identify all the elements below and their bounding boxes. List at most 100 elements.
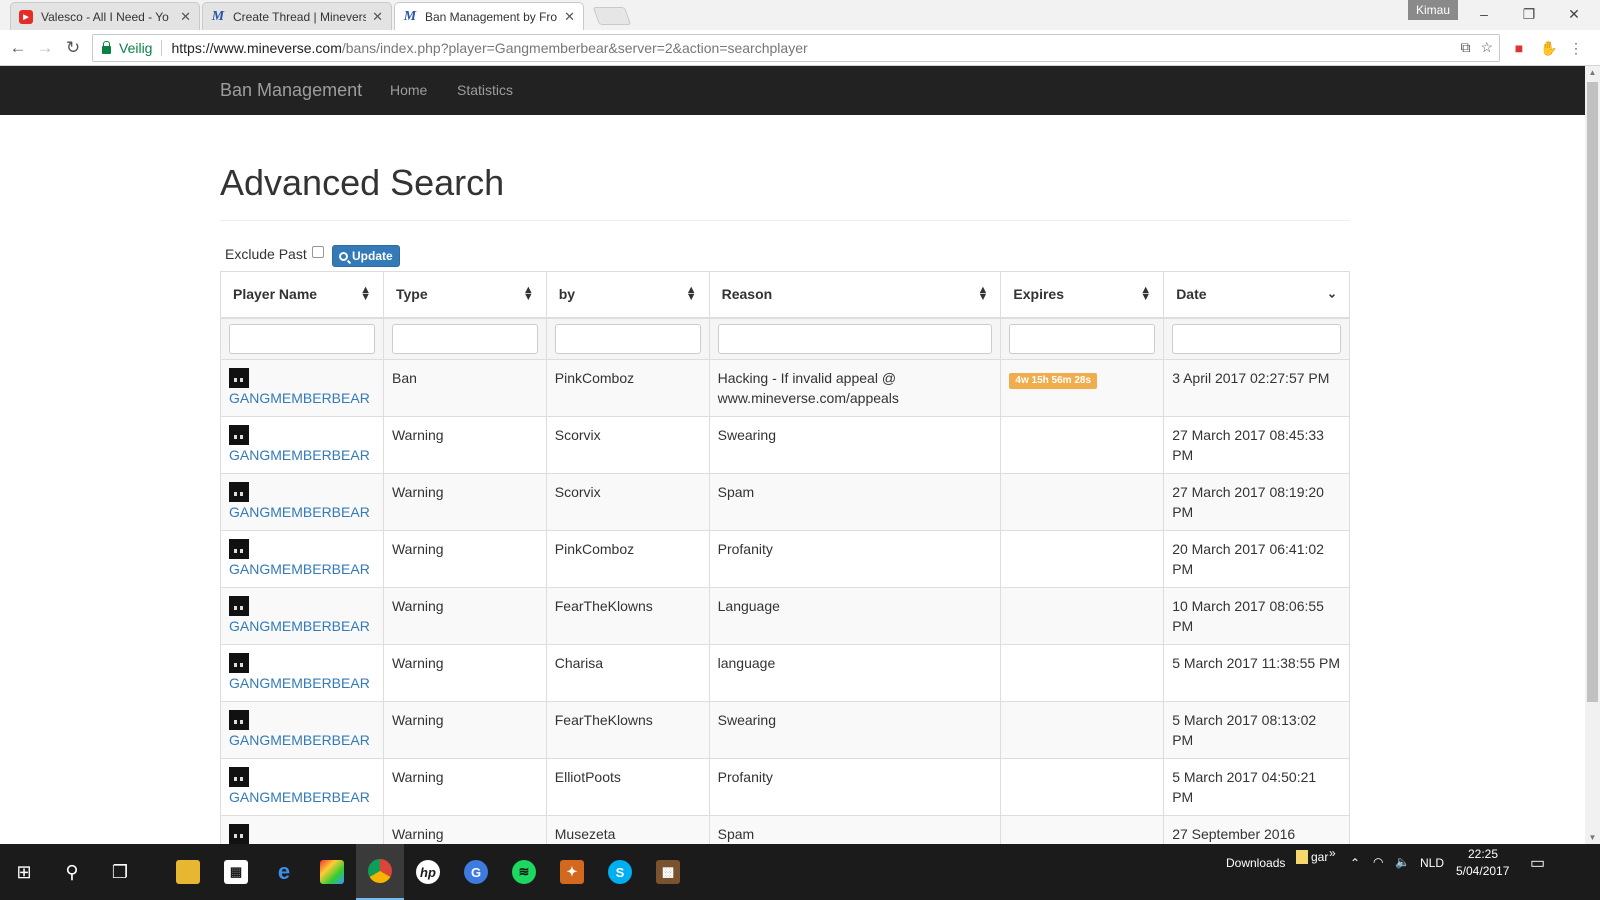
- column-header-by[interactable]: by ▲ ▼: [545, 271, 710, 319]
- spotify-icon[interactable]: ≋: [500, 844, 548, 900]
- volume-icon[interactable]: 🔈: [1395, 855, 1410, 869]
- filter-by-input[interactable]: [554, 323, 701, 354]
- chrome-menu-icon[interactable]: ⋮: [1567, 39, 1585, 57]
- column-header-type[interactable]: Type ▲ ▼: [382, 271, 547, 319]
- player-cell: GANGMEMBERBEAR: [220, 472, 384, 531]
- clock-date[interactable]: 5/04/2017: [1456, 864, 1509, 878]
- filter-reason-input[interactable]: [717, 323, 993, 354]
- wifi-icon[interactable]: ◠: [1373, 855, 1383, 869]
- column-header-expires[interactable]: Expires ▲ ▼: [1000, 271, 1165, 319]
- bookmark-star-icon[interactable]: ☆: [1480, 39, 1493, 56]
- player-cell: GANGMEMBERBEAR: [220, 586, 384, 645]
- player-name-link[interactable]: GANGMEMBERBEAR: [229, 732, 370, 748]
- close-icon[interactable]: ✕: [180, 9, 191, 25]
- language-indicator[interactable]: NLD: [1420, 856, 1444, 870]
- app-icon-blue[interactable]: G: [452, 844, 500, 900]
- skype-icon[interactable]: S: [596, 844, 644, 900]
- player-name-link[interactable]: GANGMEMBERBEAR: [229, 789, 370, 805]
- new-tab-button[interactable]: [592, 7, 632, 25]
- by-cell: FearTheKlowns: [545, 700, 710, 759]
- back-arrow-icon[interactable]: ←: [7, 37, 29, 59]
- extension-hand-icon[interactable]: ✋: [1540, 39, 1558, 57]
- search-icon[interactable]: ⚲: [48, 844, 96, 900]
- folder-toolbar-label[interactable]: gar: [1311, 850, 1328, 864]
- player-name-link[interactable]: GANGMEMBERBEAR: [229, 390, 370, 406]
- edge-icon[interactable]: e: [260, 844, 308, 900]
- scrollbar-thumb[interactable]: [1587, 82, 1598, 702]
- filter-type-input[interactable]: [391, 323, 538, 354]
- forward-arrow-icon[interactable]: →: [34, 37, 56, 59]
- date-cell: 10 March 2017 08:06:55 PM: [1163, 586, 1350, 645]
- chevron-up-icon[interactable]: ⌃: [1350, 856, 1360, 870]
- mineverse-icon: M: [211, 8, 225, 24]
- clock-time[interactable]: 22:25: [1468, 847, 1498, 861]
- player-name-link[interactable]: GANGMEMBERBEAR: [229, 504, 370, 520]
- app-icon-orange[interactable]: ✦: [548, 844, 596, 900]
- profile-button[interactable]: Kimau: [1408, 0, 1459, 20]
- notifications-icon[interactable]: ▭: [1530, 853, 1545, 873]
- filter-player-name-input[interactable]: [229, 323, 375, 354]
- translate-icon[interactable]: ⧉: [1460, 39, 1470, 56]
- downloads-toolbar-label[interactable]: Downloads: [1226, 856, 1285, 870]
- close-icon[interactable]: ✕: [564, 9, 575, 25]
- tab-youtube[interactable]: ▶ Valesco - All I Need - Yo ✕: [10, 2, 200, 30]
- address-bar[interactable]: Veilig https://www.mineverse.com/bans/in…: [92, 34, 1500, 62]
- minecraft-icon[interactable]: ▩: [644, 844, 692, 900]
- reason-cell: Profanity: [708, 529, 1002, 588]
- tab-create-thread[interactable]: M Create Thread | Minevers ✕: [202, 2, 392, 30]
- filter-date-input[interactable]: [1172, 323, 1341, 354]
- scroll-down-icon[interactable]: ▼: [1585, 833, 1600, 842]
- title-divider: [220, 220, 1350, 221]
- task-view-icon[interactable]: ❐: [96, 844, 144, 900]
- close-icon[interactable]: ✕: [372, 9, 383, 25]
- page-scrollbar[interactable]: ▲ ▼: [1585, 66, 1600, 844]
- reason-cell: Hacking - If invalid appeal @ www.mineve…: [708, 358, 1002, 417]
- store-icon[interactable]: ▦: [212, 844, 260, 900]
- column-label: Player Name: [233, 286, 318, 303]
- window-close-icon[interactable]: ✕: [1564, 6, 1584, 23]
- browser-toolbar: ← → ↻ Veilig https://www.mineverse.com/b…: [0, 30, 1600, 66]
- minimize-icon[interactable]: –: [1474, 6, 1494, 22]
- file-explorer-icon[interactable]: [164, 844, 212, 900]
- update-button[interactable]: Update: [332, 245, 400, 267]
- column-header-date[interactable]: Date ⌄: [1163, 271, 1350, 319]
- update-label: Update: [352, 249, 393, 263]
- nav-home[interactable]: Home: [390, 82, 427, 98]
- column-header-reason[interactable]: Reason ▲ ▼: [708, 271, 1002, 319]
- omnibox-divider: [161, 40, 163, 56]
- date-cell: 20 March 2017 06:41:02 PM: [1163, 529, 1350, 588]
- chevron-right-icon[interactable]: »: [1329, 846, 1336, 860]
- restore-icon[interactable]: ❐: [1519, 6, 1539, 23]
- column-header-player-name[interactable]: Player Name ▲ ▼: [220, 271, 384, 319]
- table-row: GANGMEMBERBEAR Warning Scorvix Spam 27 March…: [220, 472, 1350, 531]
- player-avatar: [229, 424, 249, 445]
- tab-ban-management[interactable]: M Ban Management by Fro ✕: [394, 2, 584, 30]
- expires-cell: 4w 15h 56m 28s: [1000, 358, 1165, 417]
- tab-label: Ban Management by Fro: [425, 9, 558, 24]
- hp-icon[interactable]: hp: [404, 844, 452, 900]
- url-path: /bans/index.php?player=Gangmemberbear&se…: [341, 40, 808, 56]
- player-cell: GANGMEMBERBEAR: [220, 529, 384, 588]
- reason-cell: Language: [708, 586, 1002, 645]
- sort-icon: ▲ ▼: [1140, 284, 1152, 304]
- table-row: GANGMEMBERBEAR Warning Scorvix Swearing 27 M…: [220, 415, 1350, 474]
- filter-cell: [1163, 317, 1350, 360]
- date-cell: 27 March 2017 08:45:33 PM: [1163, 415, 1350, 474]
- chrome-icon[interactable]: [356, 844, 404, 900]
- nav-statistics[interactable]: Statistics: [457, 82, 513, 98]
- mineverse-icon: M: [403, 8, 417, 24]
- filter-expires-input[interactable]: [1009, 323, 1156, 354]
- extension-icon[interactable]: ■: [1510, 39, 1528, 57]
- windows-start-icon[interactable]: ⊞: [0, 844, 48, 900]
- reload-icon[interactable]: ↻: [62, 37, 84, 59]
- scroll-up-icon[interactable]: ▲: [1585, 68, 1600, 77]
- photos-app-icon[interactable]: [308, 844, 356, 900]
- player-name-link[interactable]: GANGMEMBERBEAR: [229, 618, 370, 634]
- player-name-link[interactable]: GANGMEMBERBEAR: [229, 561, 370, 577]
- expires-cell: [1000, 472, 1165, 531]
- lock-icon: [102, 41, 111, 54]
- exclude-past-checkbox[interactable]: [311, 246, 324, 258]
- player-name-link[interactable]: GANGMEMBERBEAR: [229, 447, 370, 463]
- player-name-link[interactable]: GANGMEMBERBEAR: [229, 675, 370, 691]
- navbar-brand[interactable]: Ban Management: [220, 80, 362, 101]
